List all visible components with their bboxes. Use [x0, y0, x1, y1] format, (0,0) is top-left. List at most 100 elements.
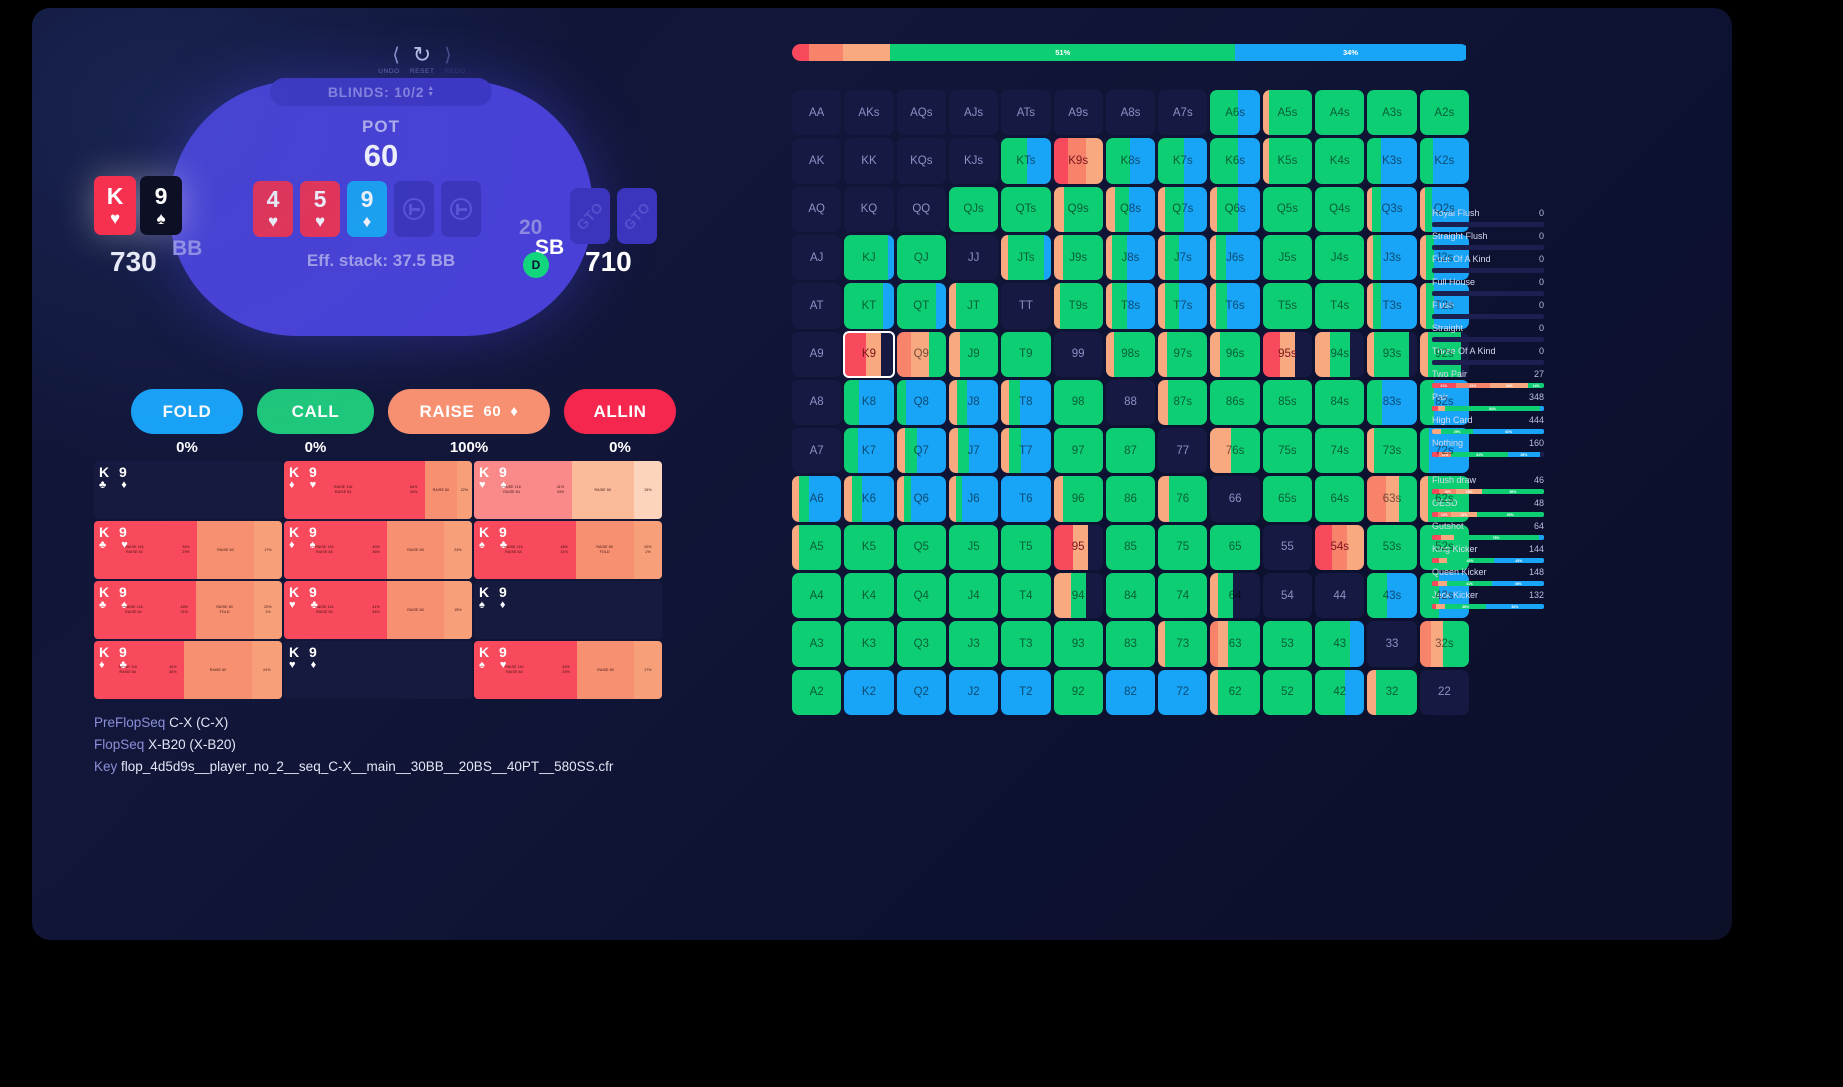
- range-cell[interactable]: 42: [1315, 669, 1365, 715]
- range-cell[interactable]: AQ: [792, 186, 842, 232]
- range-cell[interactable]: K9: [843, 330, 895, 378]
- range-cell[interactable]: 86s: [1210, 379, 1260, 426]
- range-cell[interactable]: Q5s: [1262, 186, 1313, 232]
- range-cell[interactable]: 72: [1158, 669, 1208, 715]
- range-cell[interactable]: K4: [844, 573, 894, 619]
- raise-button[interactable]: RAISE 60 ♦: [388, 389, 550, 434]
- range-cell[interactable]: K7s: [1158, 138, 1208, 184]
- range-cell[interactable]: K3s: [1367, 138, 1417, 184]
- range-cell[interactable]: J3s: [1367, 234, 1417, 281]
- range-cell[interactable]: A7: [792, 428, 842, 474]
- gto-card-left[interactable]: GTO: [570, 188, 610, 244]
- range-cell[interactable]: 65s: [1262, 476, 1313, 522]
- range-cell[interactable]: KJs: [948, 138, 999, 184]
- combo-cell[interactable]: RAISE 116 RAISE 84 41% 44% RAISE 60 15% K 9 ♥…: [474, 461, 662, 519]
- fold-button[interactable]: FOLD: [131, 389, 243, 434]
- range-cell[interactable]: 64s: [1315, 476, 1365, 522]
- range-cell[interactable]: JT: [948, 283, 999, 329]
- range-cell[interactable]: 66: [1210, 476, 1260, 522]
- range-cell[interactable]: 96s: [1210, 331, 1260, 377]
- range-cell[interactable]: Q4: [896, 573, 946, 619]
- combo-cell[interactable]: K 9 ♠ ♦: [474, 581, 662, 639]
- combo-cell[interactable]: RAISE 116 RAISE 84 40% 36% RAISE 60 24% K 9 ♦…: [284, 521, 472, 579]
- range-cell[interactable]: KQs: [896, 138, 946, 184]
- range-cell[interactable]: KJ: [844, 234, 894, 281]
- range-cell[interactable]: K2: [844, 669, 894, 715]
- range-cell[interactable]: JTs: [1001, 234, 1051, 281]
- range-cell[interactable]: QTs: [1001, 186, 1051, 232]
- add-card-slot[interactable]: [394, 181, 434, 237]
- range-cell[interactable]: 95: [1053, 524, 1103, 571]
- range-cell[interactable]: 82s: [1419, 379, 1469, 426]
- range-cell[interactable]: 43: [1315, 621, 1365, 667]
- range-cell[interactable]: A8: [792, 379, 842, 426]
- reset-icon[interactable]: ↻: [413, 44, 431, 66]
- range-cell[interactable]: QT: [896, 283, 946, 329]
- gto-card-right[interactable]: GTO: [617, 188, 657, 244]
- range-cell[interactable]: 77: [1158, 428, 1208, 474]
- hero-card[interactable]: K ♥: [94, 176, 136, 235]
- range-cell[interactable]: 53s: [1367, 524, 1417, 571]
- range-cell[interactable]: 53: [1262, 621, 1313, 667]
- range-cell[interactable]: T8: [1001, 379, 1051, 426]
- range-cell[interactable]: T2: [1001, 669, 1051, 715]
- range-cell[interactable]: 87s: [1158, 379, 1208, 426]
- range-cell[interactable]: K8: [844, 379, 894, 426]
- range-cell[interactable]: J6s: [1210, 234, 1260, 281]
- board-card[interactable]: 4 ♥: [253, 181, 293, 237]
- range-cell[interactable]: 76s: [1210, 428, 1260, 474]
- range-cell[interactable]: AJs: [948, 90, 999, 136]
- range-cell[interactable]: 93: [1053, 621, 1103, 667]
- range-cell[interactable]: KQ: [844, 186, 894, 232]
- range-cell[interactable]: 83: [1105, 621, 1156, 667]
- range-cell[interactable]: A6s: [1210, 90, 1260, 136]
- combo-cell[interactable]: RAISE 116 RAISE 84 54% 29% RAISE 60 17% K 9 ♣…: [94, 521, 282, 579]
- range-cell[interactable]: 74s: [1315, 428, 1365, 474]
- range-cell[interactable]: T7s: [1158, 283, 1208, 329]
- range-cell[interactable]: Q2s: [1419, 186, 1469, 232]
- range-cell[interactable]: AA: [792, 90, 842, 136]
- board-card[interactable]: 5 ♥: [300, 181, 340, 237]
- combo-cell[interactable]: RAISE 116 RAISE 84 54% 29% RAISE 60 17% K 9 ♠…: [474, 641, 662, 699]
- range-cell[interactable]: K8s: [1105, 138, 1156, 184]
- range-cell[interactable]: T9: [1001, 331, 1051, 377]
- range-cell[interactable]: T3s: [1367, 283, 1417, 329]
- range-cell[interactable]: T7: [1001, 428, 1051, 474]
- range-cell[interactable]: 54s: [1315, 524, 1365, 571]
- range-cell[interactable]: 73s: [1367, 428, 1417, 474]
- range-cell[interactable]: Q8s: [1105, 186, 1156, 232]
- range-cell[interactable]: J6: [948, 476, 999, 522]
- range-cell[interactable]: KTs: [1001, 138, 1051, 184]
- range-cell[interactable]: 63: [1210, 621, 1260, 667]
- range-cell[interactable]: 75s: [1262, 428, 1313, 474]
- range-cell[interactable]: T4: [1001, 573, 1051, 619]
- range-cell[interactable]: A5: [792, 524, 842, 571]
- range-cell[interactable]: 97: [1053, 428, 1103, 474]
- range-cell[interactable]: T2s: [1419, 283, 1469, 329]
- range-cell[interactable]: 64: [1210, 573, 1260, 619]
- range-cell[interactable]: 83s: [1367, 379, 1417, 426]
- range-cell[interactable]: A7s: [1158, 90, 1208, 136]
- range-cell[interactable]: Q4s: [1315, 186, 1365, 232]
- range-cell[interactable]: AK: [792, 138, 842, 184]
- range-cell[interactable]: K5s: [1262, 138, 1313, 184]
- range-cell[interactable]: 84: [1105, 573, 1156, 619]
- range-cell[interactable]: 87: [1105, 428, 1156, 474]
- hero-hole-cards[interactable]: K ♥ 9 ♠: [94, 176, 182, 235]
- combo-cell[interactable]: K 9 ♥ ♦: [284, 641, 472, 699]
- range-cell[interactable]: KK: [844, 138, 894, 184]
- combo-cell[interactable]: RAISE 116 RAISE 84 41% 44% RAISE 60 15% K 9 ♥…: [284, 581, 472, 639]
- combo-cell[interactable]: RAISE 116 RAISE 84 64% 34% RAISE 60 22% K 9 ♦…: [284, 461, 472, 519]
- range-cell[interactable]: 94: [1053, 573, 1103, 619]
- range-cell[interactable]: 44: [1315, 573, 1365, 619]
- allin-button[interactable]: ALLIN: [564, 389, 676, 434]
- range-cell[interactable]: ATs: [1001, 90, 1051, 136]
- range-cell[interactable]: 32: [1367, 669, 1417, 715]
- range-cell[interactable]: J4s: [1315, 234, 1365, 281]
- range-cell[interactable]: Q8: [896, 379, 946, 426]
- range-cell[interactable]: J8s: [1105, 234, 1156, 281]
- range-cell[interactable]: AQs: [896, 90, 946, 136]
- range-cell[interactable]: 88: [1105, 379, 1156, 426]
- range-cell[interactable]: 55: [1262, 524, 1313, 571]
- range-cell[interactable]: QJ: [896, 234, 946, 281]
